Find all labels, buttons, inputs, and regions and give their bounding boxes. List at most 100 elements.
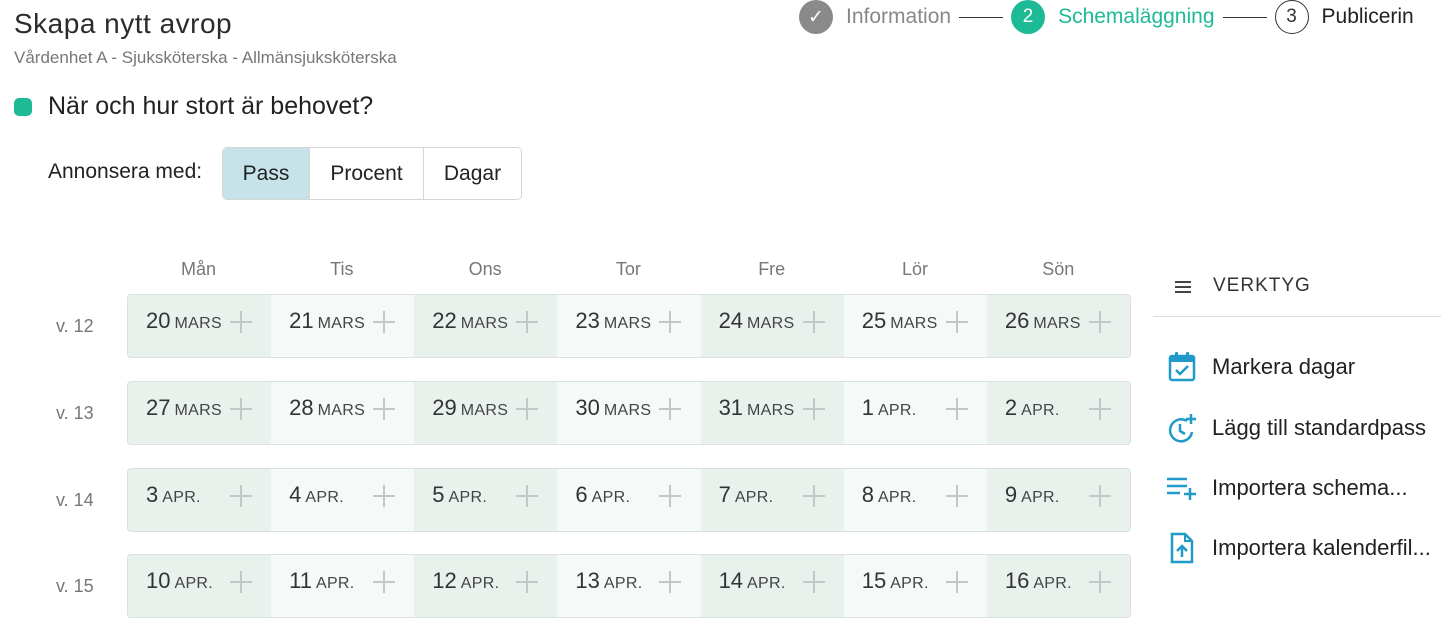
calendar-day-cell[interactable]: 8 APR.: [843, 469, 987, 531]
calendar-day-cell[interactable]: 25 MARS: [843, 295, 987, 357]
add-shift-icon[interactable]: [230, 485, 252, 507]
add-shift-icon[interactable]: [230, 398, 252, 420]
calendar-day-cell[interactable]: 14 APR.: [700, 555, 844, 617]
cell-date: 6 APR.: [575, 482, 630, 508]
tool-label: Importera schema...: [1212, 475, 1408, 500]
menu-icon[interactable]: [1175, 281, 1191, 293]
add-shift-icon[interactable]: [1088, 571, 1111, 593]
add-shift-icon[interactable]: [373, 571, 396, 593]
page-subtitle: Vårdenhet A - Sjuksköterska - Allmänsjuk…: [14, 48, 397, 67]
day-number: 14: [718, 568, 744, 593]
calendar-day-cell[interactable]: 2 APR.: [986, 382, 1130, 444]
week-row: 27 MARS 28 MARS 29 MARS 30 MARS 31 MARS 1 APR. 2 APR.: [127, 381, 1131, 445]
add-shift-icon[interactable]: [373, 485, 396, 507]
month-label: APR.: [162, 489, 201, 506]
day-header: Lör: [901, 259, 928, 279]
add-shift-icon[interactable]: [945, 571, 968, 593]
day-number: 28: [289, 395, 314, 420]
calendar-day-cell[interactable]: 26 MARS: [986, 295, 1130, 357]
add-shift-icon[interactable]: [945, 398, 968, 420]
day-number: 24: [718, 308, 744, 333]
add-shift-icon[interactable]: [1088, 311, 1111, 333]
add-shift-icon[interactable]: [230, 571, 252, 593]
add-shift-icon[interactable]: [802, 311, 825, 333]
add-shift-icon[interactable]: [1088, 398, 1111, 420]
calendar-day-cell[interactable]: 28 MARS: [271, 382, 415, 444]
segment-dagar[interactable]: Dagar: [424, 148, 521, 199]
progress-stepper: ✓ Information 2 Schemaläggning 3 Publice…: [799, 0, 1414, 34]
announce-label: Annonsera med:: [48, 160, 203, 183]
cell-date: 9 APR.: [1005, 482, 1060, 508]
calendar-day-cell[interactable]: 15 APR.: [843, 555, 987, 617]
calendar-day-cell[interactable]: 30 MARS: [557, 382, 701, 444]
calendar-day-cell[interactable]: 21 MARS: [271, 295, 415, 357]
add-shift-icon[interactable]: [373, 398, 396, 420]
month-label: APR.: [1021, 402, 1060, 419]
tool-lagg-till-standardpass[interactable]: Lägg till standardpass: [1166, 412, 1426, 444]
day-number: 7: [718, 482, 731, 507]
calendar-day-cell[interactable]: 29 MARS: [414, 382, 558, 444]
calendar-day-cell[interactable]: 7 APR.: [700, 469, 844, 531]
step-publicering[interactable]: 3 Publicerin: [1274, 0, 1414, 34]
calendar-day-cell[interactable]: 6 APR.: [557, 469, 701, 531]
day-number: 1: [861, 395, 874, 420]
calendar-day-cell[interactable]: 1 APR.: [843, 382, 987, 444]
calendar-day-cell[interactable]: 23 MARS: [557, 295, 701, 357]
tool-label: Markera dagar: [1212, 354, 1356, 379]
tool-importera-schema[interactable]: Importera schema...: [1166, 472, 1408, 504]
step-information[interactable]: ✓ Information: [799, 0, 951, 34]
add-shift-icon[interactable]: [802, 398, 825, 420]
add-shift-icon[interactable]: [659, 485, 682, 507]
day-number: 27: [146, 395, 171, 420]
add-shift-icon[interactable]: [516, 571, 539, 593]
add-shift-icon[interactable]: [230, 311, 252, 333]
tool-markera-dagar[interactable]: Markera dagar: [1166, 351, 1355, 383]
calendar-day-cell[interactable]: 31 MARS: [700, 382, 844, 444]
month-label: MARS: [603, 315, 652, 332]
step-schemalaggning[interactable]: 2 Schemaläggning: [1011, 0, 1215, 34]
week-row: 20 MARS 21 MARS 22 MARS 23 MARS 24 MARS 25 MARS 26 MA…: [127, 294, 1131, 358]
month-label: APR.: [305, 489, 344, 506]
add-shift-icon[interactable]: [516, 311, 539, 333]
segment-procent[interactable]: Procent: [310, 148, 424, 199]
add-shift-icon[interactable]: [659, 311, 682, 333]
calendar-day-cell[interactable]: 4 APR.: [271, 469, 415, 531]
month-label: APR.: [591, 489, 631, 506]
calendar-day-cell[interactable]: 9 APR.: [986, 469, 1130, 531]
calendar-day-cell[interactable]: 3 APR.: [128, 469, 272, 531]
tool-importera-kalenderfil[interactable]: Importera kalenderfil...: [1166, 532, 1431, 564]
month-label: MARS: [317, 402, 366, 419]
add-shift-icon[interactable]: [802, 485, 825, 507]
add-shift-icon[interactable]: [945, 485, 968, 507]
calendar-day-cell[interactable]: 10 APR.: [128, 555, 272, 617]
calendar-check-icon: [1166, 351, 1198, 383]
add-shift-icon[interactable]: [802, 571, 825, 593]
announce-segmented-control: Pass Procent Dagar: [222, 147, 522, 200]
add-shift-icon[interactable]: [659, 571, 682, 593]
calendar-day-cell[interactable]: 22 MARS: [414, 295, 558, 357]
step-connector: [1222, 16, 1267, 18]
calendar-day-cell[interactable]: 27 MARS: [128, 382, 272, 444]
add-shift-icon[interactable]: [516, 398, 539, 420]
day-header: Mån: [180, 259, 216, 279]
calendar-day-cell[interactable]: 5 APR.: [414, 469, 558, 531]
calendar-day-cell[interactable]: 16 APR.: [986, 555, 1130, 617]
calendar-day-cell[interactable]: 12 APR.: [414, 555, 558, 617]
calendar-day-cell[interactable]: 11 APR.: [271, 555, 415, 617]
day-number: 26: [1004, 308, 1030, 333]
calendar-day-cell[interactable]: 13 APR.: [557, 555, 701, 617]
day-number: 13: [575, 568, 600, 593]
calendar-day-cell[interactable]: 24 MARS: [700, 295, 844, 357]
day-number: 6: [575, 482, 588, 507]
month-label: MARS: [890, 315, 938, 332]
add-shift-icon[interactable]: [373, 311, 396, 333]
day-number: 15: [861, 568, 887, 593]
add-shift-icon[interactable]: [1088, 485, 1111, 507]
day-number: 9: [1004, 482, 1018, 507]
day-number: 16: [1004, 568, 1030, 593]
calendar-day-cell[interactable]: 20 MARS: [128, 295, 272, 357]
add-shift-icon[interactable]: [516, 485, 539, 507]
segment-pass[interactable]: Pass: [223, 148, 310, 199]
add-shift-icon[interactable]: [945, 311, 968, 333]
add-shift-icon[interactable]: [659, 398, 682, 420]
